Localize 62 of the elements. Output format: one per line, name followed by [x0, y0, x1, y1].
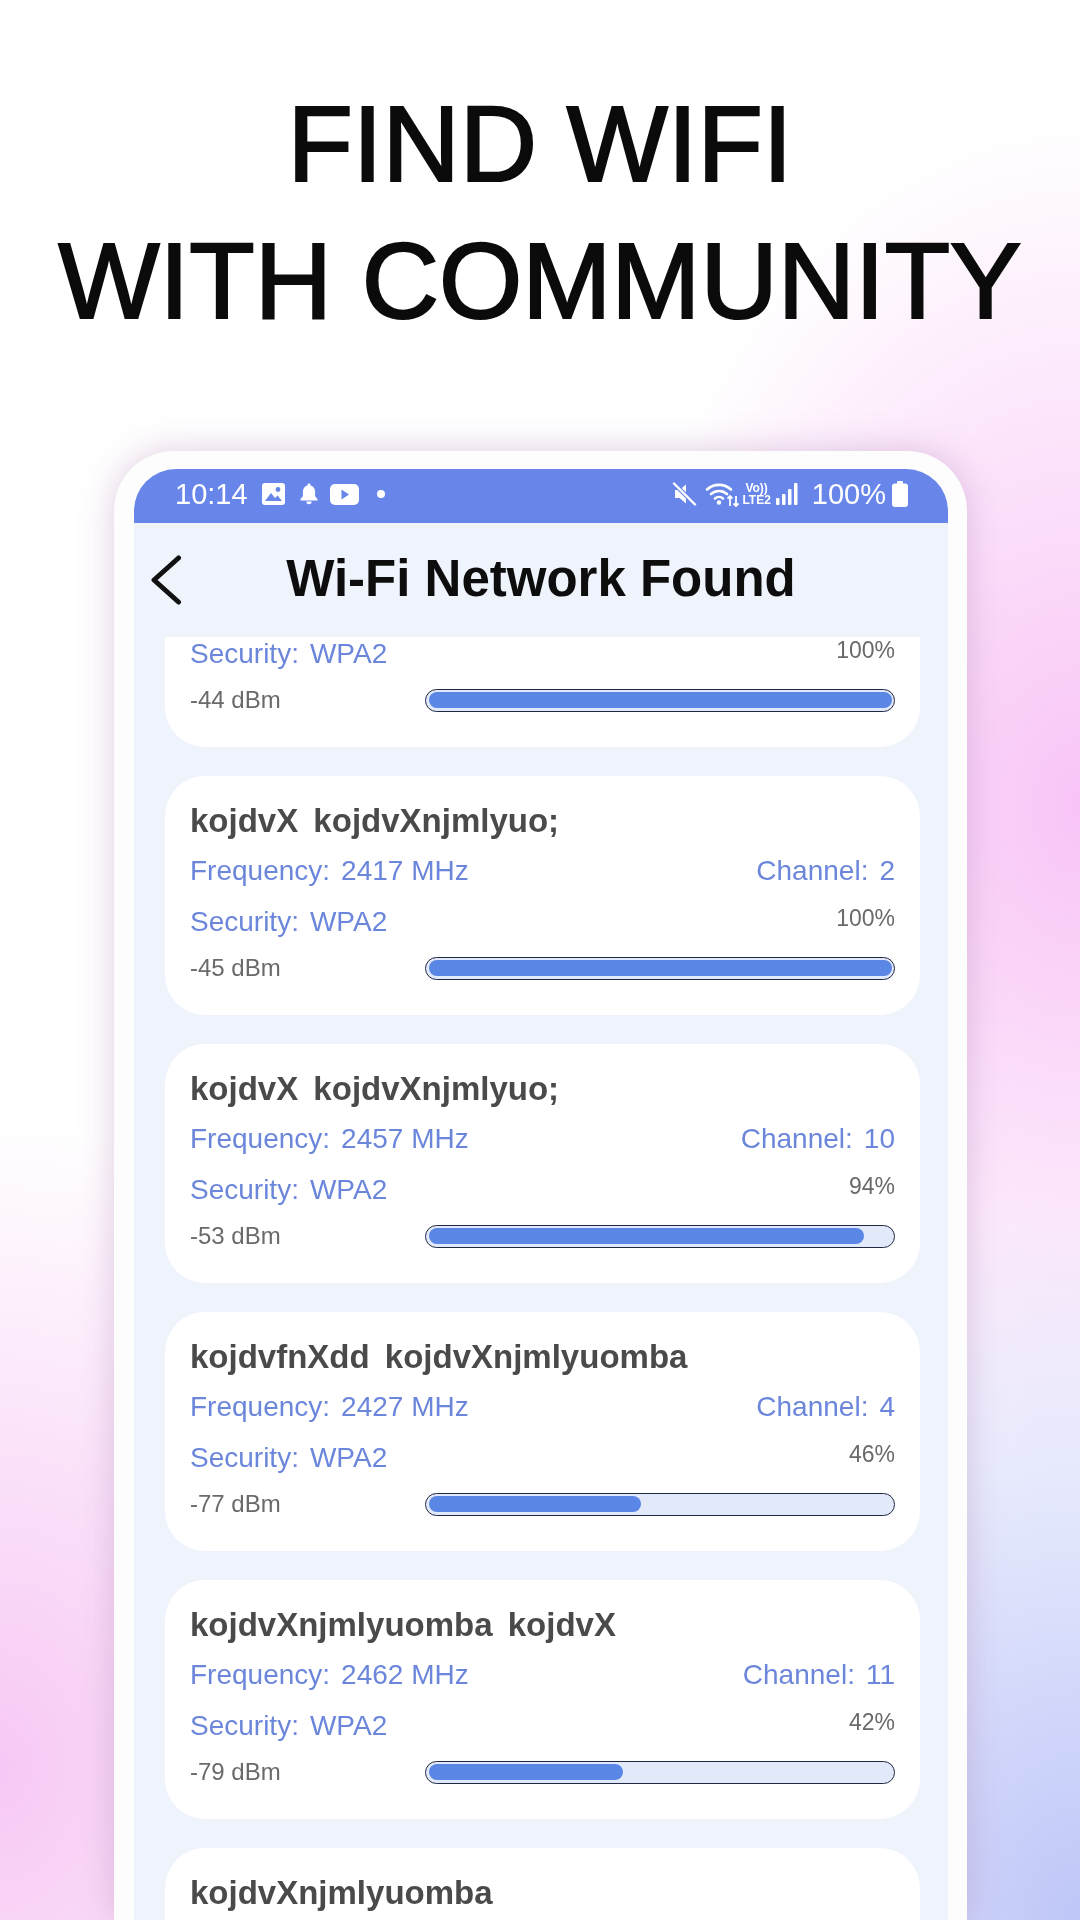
screen-title: Wi-Fi Network Found	[286, 549, 796, 609]
network-type-label: Vo)) LTE2	[742, 482, 771, 506]
signal-strength: -79 dBm	[190, 1758, 281, 1785]
frequency-label: Frequency:	[190, 1658, 331, 1692]
back-button[interactable]	[150, 555, 182, 605]
network-card[interactable]: kojdvfnXdd kojdvXnjmlyuomba Frequency: 2427 MHz Channel: 4 Security: WPA2 46% -77 dBm	[165, 1312, 920, 1551]
battery-icon	[892, 481, 908, 507]
signal-strength: -45 dBm	[190, 954, 281, 981]
network-name: kojdvX kojdvXnjmlyuo;	[190, 1069, 560, 1109]
signal-strength: -77 dBm	[190, 1490, 281, 1517]
channel-value: 4	[879, 1390, 895, 1424]
signal-percent: 100%	[836, 637, 895, 663]
security-value: WPA2	[309, 1709, 388, 1743]
network-name: kojdvfnXdd kojdvXnjmlyuomba	[190, 1337, 688, 1377]
channel-label: Channel:	[740, 1122, 853, 1156]
headline: FIND WIFI WITH COMMUNITY	[58, 83, 1022, 343]
security-value: WPA2	[309, 905, 388, 939]
mute-icon	[672, 482, 698, 506]
signal-strength: -53 dBm	[190, 1222, 281, 1249]
network-name: kojdvX kojdvXnjmlyuo;	[190, 801, 560, 841]
signal-strength: -44 dBm	[190, 686, 281, 713]
security-value: WPA2	[309, 1441, 388, 1475]
frequency-value: 2427 MHz	[341, 1390, 469, 1424]
signal-percent: 100%	[836, 905, 895, 931]
network-card[interactable]: Security: WPA2 100% -44 dBm	[165, 637, 920, 747]
channel-value: 2	[879, 854, 895, 888]
network-card[interactable]: kojdvXnjmlyuomba	[165, 1848, 920, 1920]
signal-percent: 94%	[848, 1173, 895, 1199]
chevron-left-icon	[150, 555, 182, 605]
security-label: Security:	[190, 905, 299, 939]
frequency-value: 2462 MHz	[341, 1658, 469, 1692]
frequency-label: Frequency:	[190, 1390, 331, 1424]
security-value: WPA2	[309, 1173, 388, 1207]
security-label: Security:	[190, 1709, 299, 1743]
network-card[interactable]: kojdvX kojdvXnjmlyuo; Frequency: 2417 MHz Channel: 2 Security: WPA2 100% -45 dBm	[165, 776, 920, 1015]
bell-icon	[298, 483, 319, 505]
frequency-label: Frequency:	[190, 1122, 331, 1156]
battery-percent: 100%	[811, 477, 886, 511]
frequency-label: Frequency:	[190, 854, 331, 888]
frequency-value: 2417 MHz	[341, 854, 469, 888]
network-name: kojdvXnjmlyuomba	[190, 1873, 493, 1913]
signal-icon	[775, 483, 798, 505]
channel-label: Channel:	[742, 1658, 855, 1692]
frequency-value: 2457 MHz	[341, 1122, 469, 1156]
status-time: 10:14	[175, 477, 248, 511]
dot-icon	[376, 490, 385, 498]
channel-label: Channel:	[756, 1390, 869, 1424]
security-label: Security:	[190, 1173, 299, 1207]
network-name: kojdvXnjmlyuomba kojdvX	[190, 1605, 616, 1645]
security-label: Security:	[190, 637, 299, 671]
network-card[interactable]: kojdvX kojdvXnjmlyuo; Frequency: 2457 MHz Channel: 10 Security: WPA2 94% -53 dBm	[165, 1044, 920, 1283]
signal-percent: 46%	[848, 1441, 895, 1467]
channel-value: 10	[863, 1122, 895, 1156]
play-icon	[329, 483, 359, 505]
network-card[interactable]: kojdvXnjmlyuomba kojdvX Frequency: 2462 MHz Channel: 11 Security: WPA2 42% -79 dBm	[165, 1580, 920, 1819]
security-label: Security:	[190, 1441, 299, 1475]
security-value: WPA2	[309, 637, 388, 671]
wifi-icon	[705, 481, 740, 507]
channel-value: 11	[865, 1658, 895, 1692]
image-icon	[261, 483, 285, 505]
channel-label: Channel:	[756, 854, 869, 888]
signal-percent: 42%	[848, 1709, 895, 1735]
